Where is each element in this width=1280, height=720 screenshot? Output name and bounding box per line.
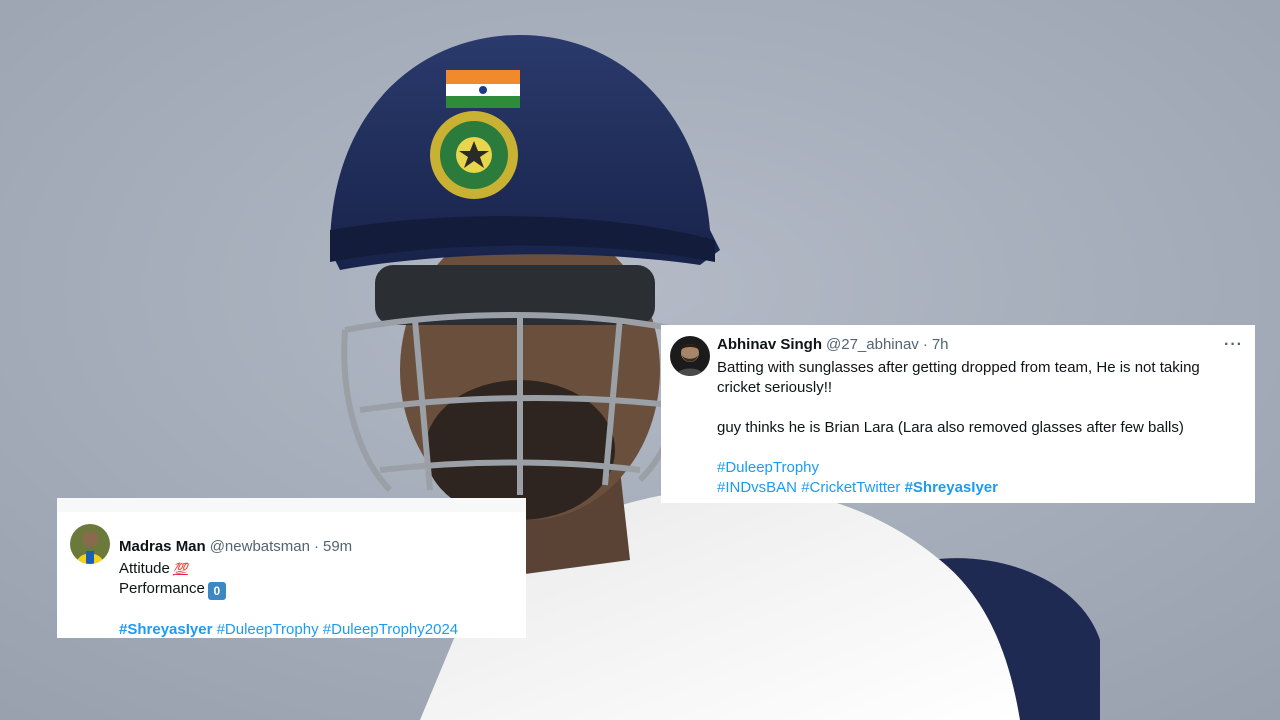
timestamp[interactable]: 7h [932, 335, 949, 355]
tweet-text-line: guy thinks he is Brian Lara (Lara also r… [717, 419, 1184, 436]
hashtag-line: #DuleepTrophy [717, 458, 1241, 478]
author-handle[interactable]: @newbatsman [210, 537, 310, 557]
hashtag-link[interactable]: #ShreyasIyer [905, 479, 998, 496]
author-handle[interactable]: @27_abhinav [826, 335, 919, 355]
hashtag-link[interactable]: #CricketTwitter [801, 479, 900, 496]
attitude-text: Attitude [119, 560, 170, 577]
tweet-text-line: Attitude 💯 [119, 559, 512, 579]
avatar[interactable] [70, 524, 110, 564]
avatar[interactable] [670, 336, 710, 376]
hashtag-link[interactable]: #DuleepTrophy [717, 459, 819, 476]
performance-text: Performance [119, 580, 205, 597]
timestamp[interactable]: 59m [323, 537, 352, 557]
hundred-points-icon: 💯 [172, 562, 188, 576]
hashtag-link[interactable]: #ShreyasIyer [119, 621, 212, 638]
tweet-text-line: cricket seriously!! [717, 379, 833, 396]
hashtag-line: #ShreyasIyer #DuleepTrophy #DuleepTrophy… [119, 620, 512, 640]
author-name[interactable]: Abhinav Singh [717, 335, 822, 355]
keycap-zero-icon: 0 [207, 582, 226, 600]
tweet-header: Madras Man @newbatsman · 59m [119, 537, 512, 557]
hashtag-link[interactable]: #DuleepTrophy2024 [323, 621, 458, 638]
hashtag-link[interactable]: #INDvsBAN [717, 479, 797, 496]
separator-dot: · [922, 336, 928, 353]
more-options-icon[interactable]: ··· [1224, 337, 1243, 353]
tweet-text-line: Batting with sunglasses after getting dr… [717, 359, 1200, 376]
tweet-body: Batting with sunglasses after getting dr… [717, 358, 1241, 498]
hashtag-line: #INDvsBAN #CricketTwitter #ShreyasIyer [717, 478, 1241, 498]
separator-dot: · [313, 538, 319, 555]
hashtag-link[interactable]: #DuleepTrophy [217, 621, 319, 638]
tweet-text-line: Performance 0 [119, 579, 512, 600]
tweet-header: Abhinav Singh @27_abhinav · 7h [717, 335, 1241, 355]
tweet-card-madras-man[interactable]: Madras Man @newbatsman · 59m Attitude 💯 P… [57, 498, 526, 638]
author-name[interactable]: Madras Man [119, 537, 206, 557]
tweet-body: Attitude 💯 Performance 0 #ShreyasIyer #Dul… [119, 559, 512, 640]
tweet-card-abhinav[interactable]: Abhinav Singh @27_abhinav · 7h ··· Batti… [661, 325, 1255, 503]
